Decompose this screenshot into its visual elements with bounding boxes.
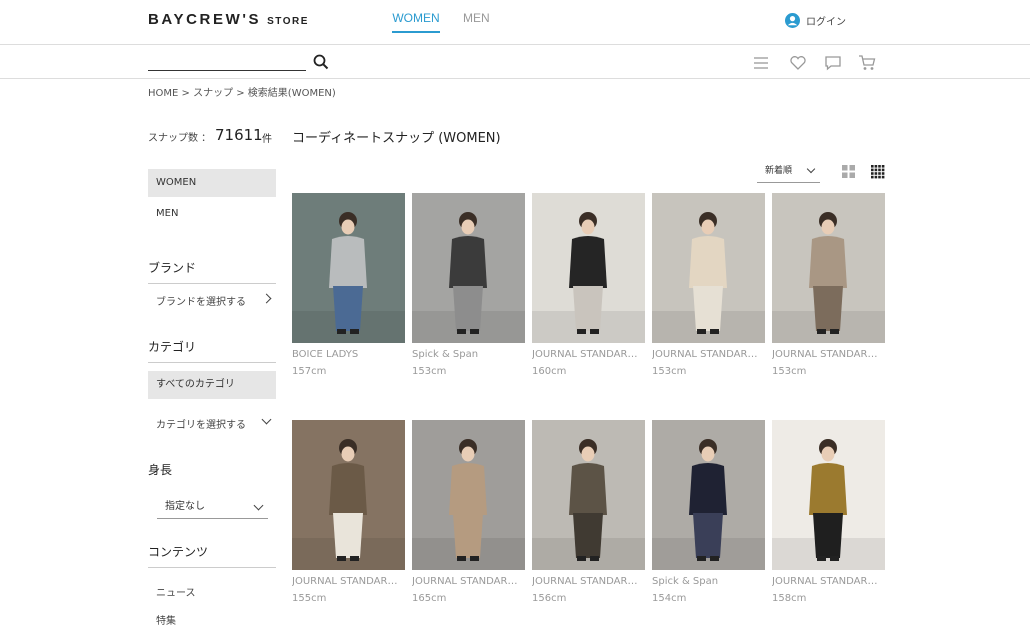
filter-men[interactable]: MEN <box>148 200 276 228</box>
contents-heading: コンテンツ <box>148 545 209 559</box>
tab-women[interactable]: WOMEN <box>392 11 440 33</box>
snap-count-value: 71611 <box>215 126 263 144</box>
snap-brand[interactable]: JOURNAL STANDARD relume <box>772 349 885 360</box>
snap-height: 153cm <box>652 366 687 377</box>
login-link[interactable]: ログイン <box>785 13 846 28</box>
snap-height: 165cm <box>412 593 447 604</box>
contents-news[interactable]: ニュース <box>156 584 196 599</box>
snap-photo[interactable] <box>652 193 765 343</box>
snap-card[interactable]: JOURNAL STANDARD relume 153cm <box>652 193 765 377</box>
snap-photo[interactable] <box>292 193 405 343</box>
snap-card[interactable]: BOICE LADYS 157cm <box>292 193 405 377</box>
snap-brand[interactable]: JOURNAL STANDARD relume <box>532 349 645 360</box>
user-icon <box>785 13 800 28</box>
snap-count-label: スナップ数 ： <box>148 133 212 144</box>
sort-label: 新着順 <box>765 166 793 176</box>
snap-photo[interactable] <box>412 420 525 570</box>
login-label: ログイン <box>806 17 846 28</box>
snap-photo[interactable] <box>412 193 525 343</box>
snap-height: 160cm <box>532 366 567 377</box>
cart-icon[interactable] <box>858 54 876 72</box>
header-divider <box>0 44 1030 45</box>
snap-card[interactable]: JOURNAL STANDARD relume 158cm <box>772 420 885 604</box>
category-all-label: すべてのカテゴリ <box>156 379 235 390</box>
snap-height: 156cm <box>532 593 567 604</box>
grid-small-view-icon[interactable] <box>871 165 885 179</box>
snap-height: 153cm <box>412 366 447 377</box>
snap-brand[interactable]: JOURNAL STANDARD relume <box>292 576 405 587</box>
chevron-right-icon <box>261 293 272 304</box>
chevron-down-icon <box>261 414 272 425</box>
snap-height: 157cm <box>292 366 327 377</box>
heart-icon[interactable] <box>789 54 807 72</box>
snap-photo[interactable] <box>772 193 885 343</box>
contents-rule <box>148 567 276 568</box>
search-underline <box>148 70 306 71</box>
search-input[interactable] <box>148 52 306 70</box>
brand-heading: ブランド <box>148 261 197 275</box>
snap-count-unit: 件 <box>262 134 272 145</box>
category-rule <box>148 362 276 363</box>
snap-height: 154cm <box>652 593 687 604</box>
snap-height: 155cm <box>292 593 327 604</box>
height-select-label: 指定なし <box>165 501 205 512</box>
brand-select[interactable]: ブランドを選択する <box>156 293 274 308</box>
snap-photo[interactable] <box>772 420 885 570</box>
snap-height: 158cm <box>772 593 807 604</box>
tab-men[interactable]: MEN <box>463 11 490 25</box>
snap-photo[interactable] <box>652 420 765 570</box>
snap-card[interactable]: JOURNAL STANDARD relume 165cm <box>412 420 525 604</box>
filter-women[interactable]: WOMEN <box>148 169 276 197</box>
snap-photo[interactable] <box>532 193 645 343</box>
category-select[interactable]: カテゴリを選択する <box>156 414 274 431</box>
category-all[interactable]: すべてのカテゴリ <box>148 371 276 399</box>
snap-brand[interactable]: JOURNAL STANDARD relume <box>532 576 645 587</box>
grid-large-view-icon[interactable] <box>842 165 855 178</box>
snap-card[interactable]: Spick & Span 153cm <box>412 193 525 377</box>
snap-brand[interactable]: BOICE LADYS <box>292 349 405 360</box>
snap-card[interactable]: JOURNAL STANDARD relume 155cm <box>292 420 405 604</box>
page-title: コーディネートスナップ (WOMEN) <box>292 131 501 146</box>
snap-card[interactable]: JOURNAL STANDARD relume 160cm <box>532 193 645 377</box>
store-logo[interactable]: BAYCREW'S STORE <box>148 11 309 28</box>
snap-card[interactable]: JOURNAL STANDARD relume 156cm <box>532 420 645 604</box>
chevron-down-icon <box>253 500 264 511</box>
snap-card[interactable]: Spick & Span 154cm <box>652 420 765 604</box>
height-heading: 身長 <box>148 463 173 477</box>
filter-men-label: MEN <box>156 208 179 219</box>
snap-brand[interactable]: JOURNAL STANDARD relume <box>652 349 765 360</box>
search-divider <box>0 78 1030 79</box>
breadcrumb[interactable]: HOME > スナップ > 検索結果(WOMEN) <box>148 84 336 99</box>
menu-icon[interactable] <box>752 54 770 72</box>
brand-rule <box>148 283 276 284</box>
snap-photo[interactable] <box>292 420 405 570</box>
snap-brand[interactable]: Spick & Span <box>652 576 765 587</box>
height-select[interactable]: 指定なし <box>157 496 268 519</box>
filter-women-label: WOMEN <box>156 177 197 188</box>
snap-brand[interactable]: Spick & Span <box>412 349 525 360</box>
sort-select[interactable]: 新着順 <box>757 162 820 183</box>
snap-card[interactable]: JOURNAL STANDARD relume 153cm <box>772 193 885 377</box>
search-icon[interactable] <box>313 54 329 70</box>
snap-photo[interactable] <box>532 420 645 570</box>
chevron-down-icon <box>806 164 816 174</box>
message-icon[interactable] <box>824 54 842 72</box>
snap-brand[interactable]: JOURNAL STANDARD relume <box>412 576 525 587</box>
brand-select-label: ブランドを選択する <box>156 297 246 308</box>
category-select-label: カテゴリを選択する <box>156 420 246 431</box>
category-heading: カテゴリ <box>148 340 197 354</box>
contents-features[interactable]: 特集 <box>156 612 176 627</box>
snap-brand[interactable]: JOURNAL STANDARD relume <box>772 576 885 587</box>
snap-height: 153cm <box>772 366 807 377</box>
